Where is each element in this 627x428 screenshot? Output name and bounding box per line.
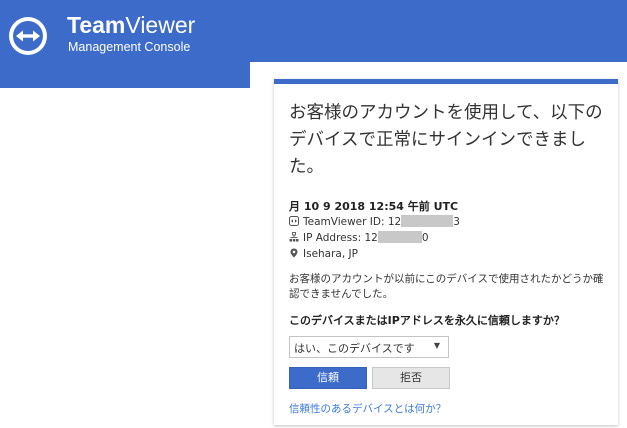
ip-address-label: IP Address: — [303, 232, 362, 244]
sign-in-card: お客様のアカウントを使用して、以下のデバイスで正常にサインインできました。 月 … — [274, 79, 618, 425]
brand-subtitle: Management Console — [68, 40, 191, 54]
trust-button[interactable]: 信頼 — [289, 367, 367, 389]
header-banner: TeamViewer Management Console — [0, 0, 250, 88]
sign-in-date: 月 10 9 2018 12:54 午前 UTC — [289, 200, 459, 213]
teamviewer-icon — [289, 216, 299, 226]
trusted-device-help-link[interactable]: 信頼性のあるデバイスとは何か？ — [289, 401, 446, 416]
teamviewer-id-prefix: 12 — [387, 216, 402, 228]
brand-title-bold: Team — [67, 12, 126, 38]
reject-button[interactable]: 拒否 — [372, 367, 450, 389]
location-row: Isehara, JP — [289, 247, 358, 261]
redaction-mask — [401, 215, 454, 227]
location-text: Isehara, JP — [303, 248, 358, 260]
header-strip — [250, 0, 627, 62]
chevron-down-icon: ▼ — [433, 341, 440, 350]
unverified-device-notice: お客様のアカウントが以前にこのデバイスで使用されたかどうか確認できませんでした。 — [289, 273, 604, 300]
trust-scope-selected-value: はい、このデバイスです — [294, 342, 415, 355]
page: TeamViewer Management Console お客様のアカウントを… — [0, 0, 627, 428]
ip-address-suffix: 0 — [421, 232, 429, 244]
ip-address-prefix: 12 — [364, 232, 378, 244]
network-icon — [289, 232, 299, 242]
teamviewer-logo-icon — [9, 17, 47, 55]
teamviewer-id-suffix: 3 — [453, 216, 460, 228]
teamviewer-id-label: TeamViewer ID: — [303, 216, 385, 228]
brand-title-light: Viewer — [125, 12, 196, 38]
trust-question: このデバイスまたはIPアドレスを永久に信頼しますか？ — [289, 314, 565, 327]
trust-scope-select[interactable]: はい、このデバイスです ▼ — [289, 336, 449, 358]
teamviewer-id-row: TeamViewer ID: 12 3 — [289, 215, 460, 229]
ip-address-row: IP Address: 12 0 — [289, 231, 429, 245]
card-headline: お客様のアカウントを使用して、以下のデバイスで正常にサインインできました。 — [289, 103, 603, 177]
redaction-mask — [377, 231, 422, 243]
brand-title: TeamViewer — [67, 12, 195, 38]
location-pin-icon — [289, 248, 299, 258]
